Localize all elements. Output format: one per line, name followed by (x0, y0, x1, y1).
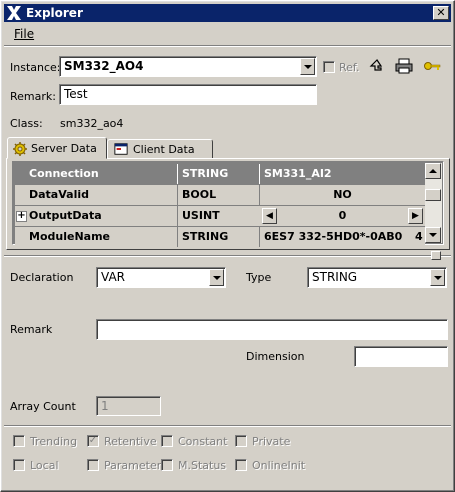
close-button[interactable]: ✕ (433, 6, 449, 20)
instance-label: Instance: (10, 61, 61, 74)
row-extra: 4 (415, 230, 423, 243)
value-spinner[interactable]: ◀ 0 ▶ (260, 206, 425, 226)
row-value: 0 (338, 209, 347, 222)
remark-top-input[interactable]: Test (59, 84, 317, 105)
table-row[interactable]: DataValid BOOL NO (15, 185, 425, 205)
remark-input[interactable] (96, 319, 448, 340)
local-label: Local (30, 459, 59, 472)
instance-combo[interactable]: SM332_AO4 (59, 56, 317, 77)
row-value: SM331_AI2 (259, 164, 425, 184)
window-title: Explorer (26, 6, 83, 20)
row-type: USINT (177, 206, 259, 226)
array-count-value: 1 (101, 399, 109, 413)
trending-checkbox[interactable] (13, 435, 25, 447)
chevron-down-icon[interactable] (430, 269, 445, 286)
key-icon[interactable] (422, 57, 442, 75)
title-bar[interactable]: Explorer ✕ (4, 4, 451, 22)
menu-file[interactable]: File (14, 27, 34, 41)
menu-bar: File (4, 24, 451, 44)
go-up-icon[interactable] (367, 57, 387, 75)
chevron-down-icon[interactable] (300, 58, 315, 75)
row-type: STRING (177, 227, 259, 247)
declaration-label: Declaration (10, 271, 74, 284)
onlineinit-checkbox[interactable] (235, 459, 247, 471)
grid-scrollbar[interactable] (425, 163, 442, 243)
gear-icon (13, 142, 27, 156)
mstatus-label: M.Status (178, 459, 227, 472)
tab-client-data-label: Client Data (133, 143, 195, 156)
flags-divider (4, 425, 451, 427)
type-value: STRING (312, 270, 358, 284)
row-type: BOOL (177, 185, 259, 205)
row-name: OutputData (29, 209, 102, 222)
remark-top-label: Remark: (10, 90, 56, 103)
dimension-label: Dimension (246, 350, 305, 363)
explorer-window: Explorer ✕ File Instance: SM332_AO4 Ref.… (0, 0, 455, 492)
printer-icon[interactable] (394, 57, 414, 75)
parameter-label: Parameter (104, 459, 162, 472)
close-icon: ✕ (436, 6, 446, 19)
tab-server-data[interactable]: Server Data (7, 137, 107, 159)
ref-checkbox[interactable] (323, 61, 335, 73)
trending-label: Trending (30, 435, 78, 448)
chevron-down-icon[interactable] (209, 269, 224, 286)
splitter[interactable] (4, 255, 451, 257)
server-data-grid[interactable]: Connection STRING SM331_AI2 DataValid BO… (12, 161, 444, 247)
onlineinit-label: OnlineInit (252, 459, 306, 472)
app-x-icon (7, 6, 21, 20)
row-type: STRING (177, 164, 259, 184)
splitter-handle[interactable] (431, 251, 441, 260)
menu-divider (4, 45, 451, 47)
local-checkbox[interactable] (13, 459, 25, 471)
table-row[interactable]: Connection STRING SM331_AI2 (15, 164, 425, 184)
scroll-up-icon[interactable] (425, 163, 441, 179)
row-value: NO (259, 185, 425, 205)
dimension-input[interactable] (354, 346, 448, 367)
class-value: sm332_ao4 (60, 117, 124, 130)
row-name: Connection (29, 167, 99, 180)
scroll-thumb[interactable] (425, 189, 441, 201)
instance-value: SM332_AO4 (64, 59, 144, 73)
array-count-input[interactable]: 1 (96, 396, 161, 416)
type-label: Type (246, 271, 272, 284)
scroll-down-icon[interactable] (425, 227, 441, 243)
retentive-label: Retentive (104, 435, 157, 448)
row-name: ModuleName (29, 230, 110, 243)
table-row[interactable]: + OutputData USINT ◀ 0 ▶ (15, 206, 425, 226)
table-row[interactable]: ModuleName STRING 6ES7 332-5HD0*-0AB0 4 (15, 227, 425, 247)
type-select[interactable]: STRING (307, 267, 447, 288)
tab-client-data[interactable]: Client Data (107, 139, 213, 159)
row-name: DataValid (29, 188, 89, 201)
declaration-value: VAR (101, 270, 125, 284)
remark-top-value: Test (64, 87, 88, 101)
remark-label: Remark (10, 323, 53, 336)
ref-label: Ref. (339, 61, 360, 74)
private-label: Private (252, 435, 291, 448)
declaration-select[interactable]: VAR (96, 267, 226, 288)
private-checkbox[interactable] (235, 435, 247, 447)
class-label: Class: (10, 117, 43, 130)
constant-checkbox[interactable] (161, 435, 173, 447)
spin-left-icon[interactable]: ◀ (262, 208, 277, 224)
window-icon (114, 143, 128, 155)
array-count-label: Array Count (10, 400, 76, 413)
retentive-checkbox[interactable]: ✓ (87, 435, 99, 447)
row-value: 6ES7 332-5HD0*-0AB0 (259, 227, 411, 247)
spin-right-icon[interactable]: ▶ (408, 208, 423, 224)
mstatus-checkbox[interactable] (161, 459, 173, 471)
tab-server-data-label: Server Data (31, 142, 97, 155)
parameter-checkbox[interactable] (87, 459, 99, 471)
constant-label: Constant (178, 435, 228, 448)
